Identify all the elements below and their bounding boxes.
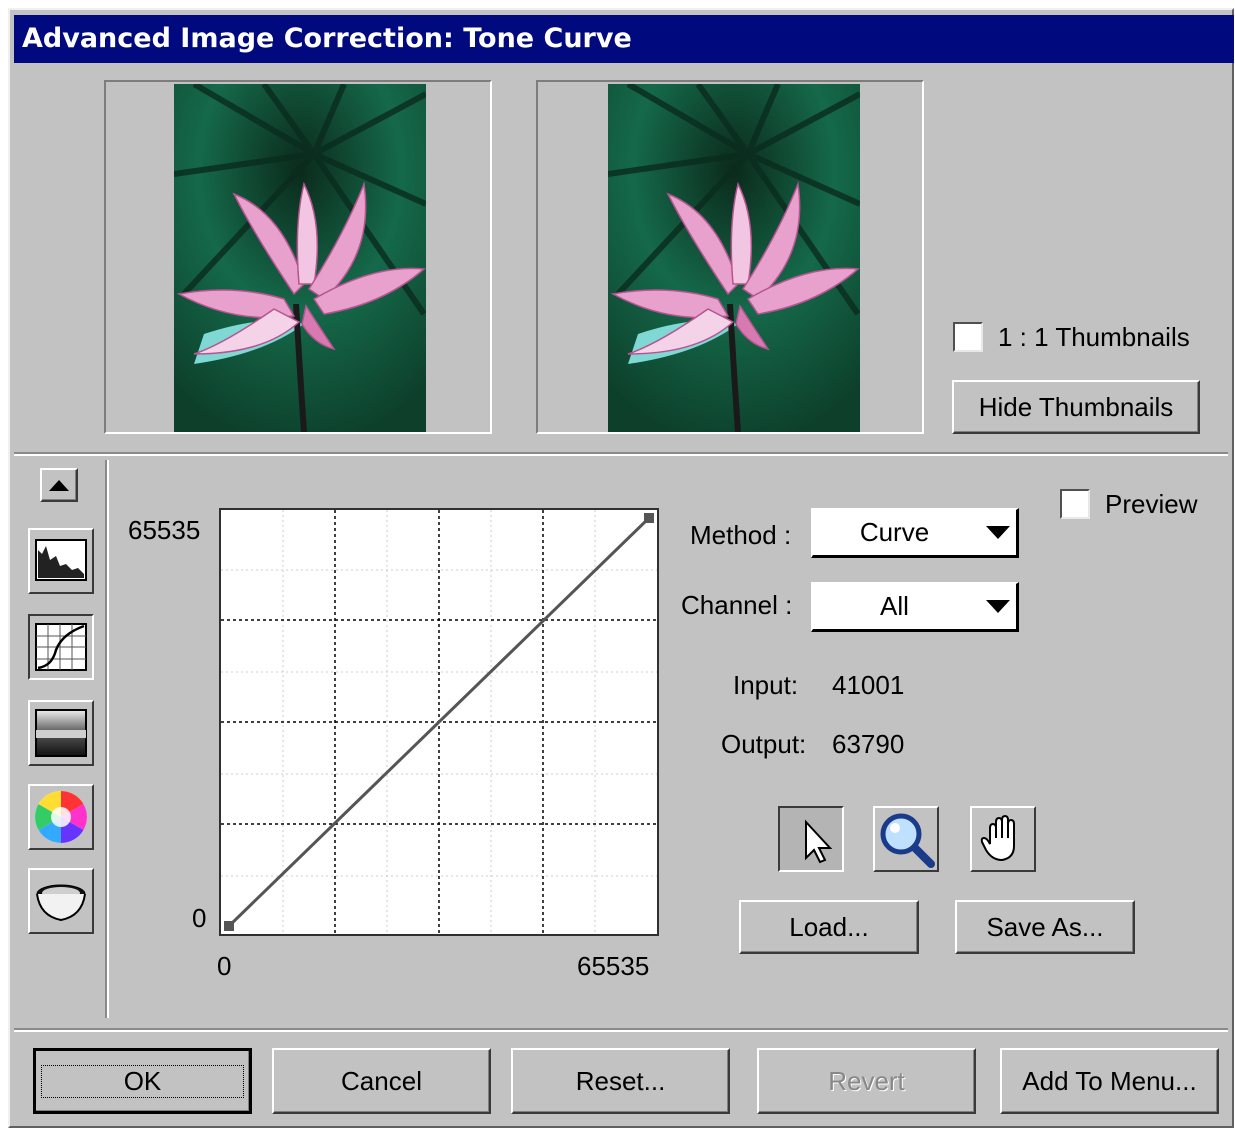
magnifier-icon xyxy=(880,813,935,868)
corrected-thumbnail-image xyxy=(608,84,860,432)
input-value: 41001 xyxy=(832,670,905,700)
ok-label: OK xyxy=(40,1064,245,1098)
original-thumbnail-image xyxy=(174,84,426,432)
x-axis-max-label: 65535 xyxy=(577,951,650,981)
scroll-up-button[interactable] xyxy=(40,468,78,502)
output-value: 63790 xyxy=(832,729,905,759)
channel-dropdown[interactable]: All xyxy=(811,582,1019,632)
curve-end-point[interactable] xyxy=(644,513,654,523)
hand-icon xyxy=(980,814,1015,862)
upper-separator xyxy=(14,452,1228,456)
arrow-pointer-icon xyxy=(805,819,833,864)
method-value: Curve xyxy=(859,517,930,547)
one-to-one-thumbnails-checkbox[interactable] xyxy=(953,322,983,352)
tone-curve-tool-button[interactable] xyxy=(28,614,94,680)
tone-curve-canvas[interactable] xyxy=(221,510,657,934)
triangle-up-icon xyxy=(49,479,69,491)
input-label: Input: xyxy=(733,670,799,700)
add-to-menu-button[interactable]: Add To Menu... xyxy=(1000,1048,1219,1114)
channel-label: Channel : xyxy=(681,590,793,620)
tone-curve-graph[interactable] xyxy=(219,508,659,936)
chevron-down-icon xyxy=(986,526,1010,539)
method-label: Method : xyxy=(690,520,792,550)
original-thumbnail-frame xyxy=(104,80,492,434)
bowl-icon xyxy=(36,884,86,922)
channel-value: All xyxy=(880,591,909,621)
histogram-tool-button[interactable] xyxy=(28,528,94,594)
y-axis-min-label: 0 xyxy=(192,903,207,933)
color-wheel-icon xyxy=(35,791,87,843)
bowl-tool-button[interactable] xyxy=(28,868,94,934)
cancel-button[interactable]: Cancel xyxy=(272,1048,491,1114)
zoom-tool-button[interactable] xyxy=(873,806,939,872)
preview-checkbox[interactable] xyxy=(1060,489,1090,519)
chevron-down-icon xyxy=(986,600,1010,613)
curve-start-point[interactable] xyxy=(224,921,234,931)
tone-curve-icon xyxy=(35,623,87,671)
reset-button[interactable]: Reset... xyxy=(511,1048,730,1114)
preview-label: Preview xyxy=(1105,489,1198,519)
hide-thumbnails-button[interactable]: Hide Thumbnails xyxy=(952,380,1200,434)
save-as-button[interactable]: Save As... xyxy=(955,900,1135,954)
one-to-one-thumbnails-label: 1 : 1 Thumbnails xyxy=(998,322,1190,352)
pointer-tool-button[interactable] xyxy=(778,806,844,872)
load-button[interactable]: Load... xyxy=(739,900,919,954)
hand-tool-button[interactable] xyxy=(970,806,1036,872)
histogram-icon xyxy=(35,539,87,581)
y-axis-max-label: 65535 xyxy=(128,515,201,545)
revert-button: Revert xyxy=(757,1048,976,1114)
method-dropdown[interactable]: Curve xyxy=(811,508,1019,558)
ok-button[interactable]: OK xyxy=(33,1048,252,1114)
palette-separator xyxy=(105,460,109,1018)
x-axis-min-label: 0 xyxy=(217,951,232,981)
gradient-tool-button[interactable] xyxy=(28,700,94,766)
corrected-thumbnail-frame xyxy=(536,80,924,434)
window-title: Advanced Image Correction: Tone Curve xyxy=(22,23,632,54)
gradient-icon xyxy=(35,709,87,757)
lower-separator xyxy=(14,1028,1228,1032)
color-wheel-tool-button[interactable] xyxy=(28,784,94,850)
title-bar: Advanced Image Correction: Tone Curve xyxy=(14,15,1234,63)
output-label: Output: xyxy=(721,729,807,759)
